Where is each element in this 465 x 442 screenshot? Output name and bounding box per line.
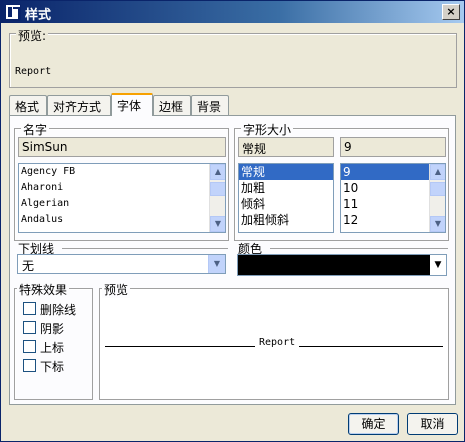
- font-style-size-group: 字形大小 常规 9 常规 加粗 倾斜 加粗倾斜 9 10 11 12 ▲ ▼: [234, 121, 449, 241]
- chevron-down-icon[interactable]: ▼: [208, 255, 225, 273]
- subscript-checkbox[interactable]: [23, 359, 36, 372]
- tab-alignment[interactable]: 对齐方式: [47, 95, 111, 115]
- list-item[interactable]: 加粗倾斜: [239, 212, 333, 228]
- underline-select[interactable]: 无 ▼: [17, 254, 226, 274]
- font-name-current[interactable]: SimSun: [18, 137, 226, 157]
- list-item[interactable]: Andalus: [19, 212, 225, 228]
- color-section: 颜色 ▼: [234, 240, 449, 276]
- underline-section: 下划线 无 ▼: [14, 240, 229, 276]
- list-item[interactable]: Agency FB: [19, 164, 225, 180]
- superscript-checkbox[interactable]: [23, 340, 36, 353]
- list-item[interactable]: 倾斜: [239, 196, 333, 212]
- underline-value: 无: [22, 259, 35, 273]
- shadow-checkbox[interactable]: [23, 321, 36, 334]
- list-item[interactable]: Aharoni: [19, 180, 225, 196]
- scroll-up-icon[interactable]: ▲: [210, 164, 225, 180]
- strikethrough-checkbox[interactable]: [23, 302, 36, 315]
- preview-top-group: 预览: Report: [9, 27, 457, 88]
- font-name-scrollbar[interactable]: ▲ ▼: [209, 164, 225, 232]
- superscript-label: 上标: [40, 341, 65, 355]
- ok-button[interactable]: 确定: [348, 413, 399, 435]
- effects-group: 特殊效果 删除线 阴影 上标 下标: [14, 281, 93, 400]
- tab-format[interactable]: 格式: [9, 95, 47, 115]
- list-item[interactable]: Algerian: [19, 196, 225, 212]
- scroll-up-icon[interactable]: ▲: [430, 164, 445, 180]
- font-tab-panel: 名字 SimSun Agency FB Aharoni Algerian And…: [9, 115, 456, 405]
- scroll-thumb[interactable]: [430, 182, 445, 196]
- font-size-current[interactable]: 9: [340, 137, 446, 157]
- subscript-label: 下标: [40, 360, 65, 374]
- list-item[interactable]: 加粗: [239, 180, 333, 196]
- app-logo-icon: [5, 4, 21, 21]
- preview-top-legend: 预览:: [16, 27, 49, 44]
- tab-font[interactable]: 字体: [111, 93, 153, 116]
- style-dialog: 样式 × 预览: Report 格式 对齐方式 字体 边框 背景 名字 SimS…: [0, 0, 465, 442]
- cancel-button[interactable]: 取消: [407, 413, 458, 435]
- chevron-down-icon[interactable]: ▼: [430, 255, 446, 275]
- font-name-legend: 名字: [21, 121, 50, 138]
- preview-top-sample: Report: [15, 66, 52, 77]
- scroll-thumb[interactable]: [210, 182, 225, 196]
- scroll-down-icon[interactable]: ▼: [430, 216, 445, 232]
- preview-bottom-group: 预览 Report: [99, 281, 449, 400]
- font-size-list[interactable]: 9 10 11 12 ▲ ▼: [340, 163, 446, 233]
- color-select[interactable]: ▼: [237, 254, 447, 276]
- effects-legend: 特殊效果: [17, 281, 70, 298]
- close-button[interactable]: ×: [442, 4, 460, 20]
- color-divider: [270, 248, 448, 249]
- scroll-down-icon[interactable]: ▼: [210, 216, 225, 232]
- font-size-scrollbar[interactable]: ▲ ▼: [429, 164, 445, 232]
- tab-border[interactable]: 边框: [153, 95, 191, 115]
- strikethrough-label: 删除线: [40, 303, 77, 317]
- shadow-label: 阴影: [40, 322, 65, 336]
- font-style-list[interactable]: 常规 加粗 倾斜 加粗倾斜: [238, 163, 334, 233]
- font-name-list[interactable]: Agency FB Aharoni Algerian Andalus ▲ ▼: [18, 163, 226, 233]
- preview-bottom-legend: 预览: [102, 281, 131, 298]
- title-bar[interactable]: 样式 ×: [1, 1, 464, 23]
- font-name-group: 名字 SimSun Agency FB Aharoni Algerian And…: [14, 121, 229, 241]
- preview-bottom-sample: Report: [255, 337, 300, 348]
- list-item[interactable]: 9: [341, 164, 429, 180]
- underline-divider: [62, 248, 228, 249]
- font-style-current[interactable]: 常规: [238, 137, 334, 157]
- tab-background[interactable]: 背景: [191, 95, 229, 115]
- window-title: 样式: [25, 8, 52, 23]
- list-item[interactable]: 常规: [239, 164, 333, 180]
- font-style-size-legend: 字形大小: [241, 121, 294, 138]
